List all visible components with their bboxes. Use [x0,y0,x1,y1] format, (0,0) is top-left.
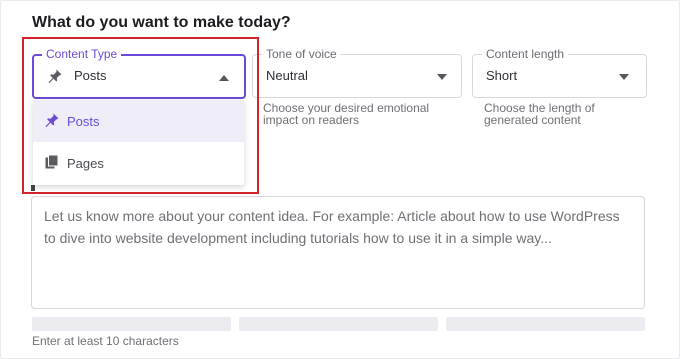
min-characters-hint: Enter at least 10 characters [32,334,179,348]
highlight-annotation-box [22,37,259,194]
loading-placeholder-bar [446,317,645,331]
tone-helper-text: Choose your desired emotional impact on … [263,101,430,127]
chevron-down-icon[interactable] [437,74,447,80]
content-length-label: Content length [482,46,569,62]
page-title: What do you want to make today? [32,14,291,31]
content-length-value: Short [486,68,518,83]
loading-placeholder-bar [239,317,438,331]
tone-of-voice-label: Tone of voice [262,46,341,62]
loading-placeholder-bar [32,317,231,331]
content-idea-textarea[interactable]: Let us know more about your content idea… [31,196,645,309]
tone-of-voice-select[interactable]: Tone of voice Neutral [252,46,462,98]
chevron-down-icon[interactable] [619,74,629,80]
tone-of-voice-value: Neutral [266,68,308,83]
length-helper-text: Choose the length of generated content [484,101,595,127]
content-length-select[interactable]: Content length Short [472,46,647,98]
